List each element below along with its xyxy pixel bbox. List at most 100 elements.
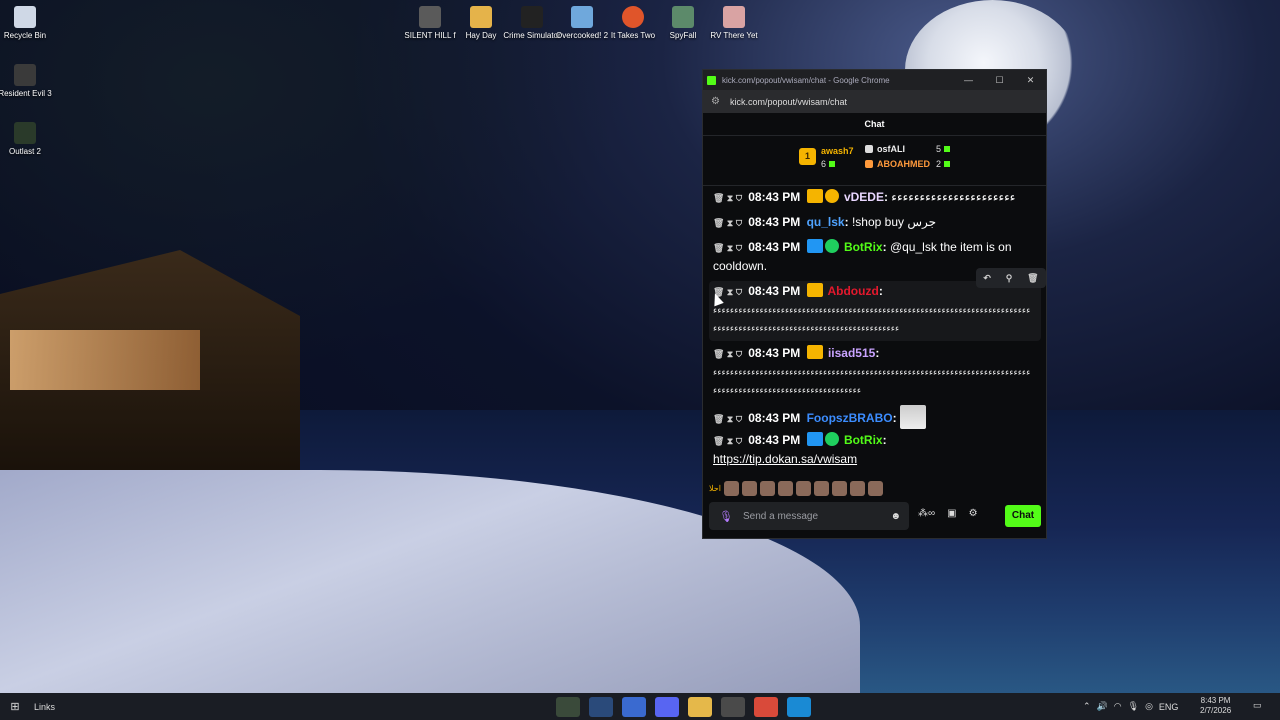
overcooked-2-icon bbox=[571, 6, 593, 28]
emoji-picker-icon[interactable]: ☻ bbox=[890, 511, 901, 522]
file-explorer-icon[interactable] bbox=[688, 697, 712, 717]
emote-icon[interactable] bbox=[777, 480, 793, 496]
system-tray: ⌃ 🔊 ◠ 🎙 ◎ ENG bbox=[1083, 693, 1178, 720]
chat-message[interactable]: 🗑 ⧗ ⛉ 08:43 PM iisad515: ﺀﺀﺀﺀﺀﺀﺀﺀﺀﺀﺀﺀﺀﺀﺀﺀ… bbox=[713, 344, 1038, 399]
username[interactable]: BotRix bbox=[844, 433, 883, 447]
obs-icon[interactable] bbox=[721, 697, 745, 717]
message-text: !shop buy جرس bbox=[851, 215, 937, 229]
emote-icon[interactable] bbox=[813, 480, 829, 496]
settings-icon[interactable]: ⚙ bbox=[969, 508, 978, 519]
leader-count: 6 bbox=[821, 159, 836, 169]
leader-count: 2 bbox=[936, 159, 951, 169]
edge-icon[interactable] bbox=[787, 697, 811, 717]
emote-text[interactable]: احلا bbox=[709, 484, 721, 493]
chat-message[interactable]: 🗑 ⧗ ⛉ 08:43 PM BotRix: https://tip.dokan.… bbox=[713, 431, 1038, 468]
chat-message[interactable]: 🗑 ⧗ ⛉ 08:43 PM FoopszBRABO: bbox=[713, 405, 1038, 429]
message-text: ﺀﺀﺀﺀﺀﺀﺀﺀﺀﺀﺀﺀﺀﺀﺀﺀﺀﺀﺀﺀﺀﺀﺀﺀﺀﺀﺀﺀﺀﺀﺀﺀﺀﺀﺀﺀﺀﺀﺀﺀ… bbox=[713, 367, 1031, 395]
verified-badge-icon bbox=[824, 432, 839, 446]
desktop-icon-outlast-2[interactable]: Outlast 2 bbox=[0, 122, 55, 157]
maximize-button[interactable]: ☐ bbox=[984, 75, 1015, 86]
desktop-icon-rv-there-yet[interactable]: RV There Yet bbox=[704, 6, 764, 41]
mod-tools-icon[interactable]: 🗑 ⧗ ⛉ bbox=[713, 436, 742, 446]
gift-leaderboard: 1 awash7 6 osfALI 5 ABOAHMED 2 bbox=[703, 136, 1046, 186]
notifications-icon[interactable]: ▭ bbox=[1253, 700, 1262, 711]
tip-link[interactable]: https://tip.dokan.sa/vwisam bbox=[713, 452, 857, 466]
chat-message[interactable]: 🗑 ⧗ ⛉ 08:43 PM qu_lsk: !shop buy جرس bbox=[713, 213, 1038, 232]
window-titlebar[interactable]: kick.com/popout/vwisam/chat - Google Chr… bbox=[703, 70, 1046, 90]
mod-tools-icon[interactable]: 🗑 ⧗ ⛉ bbox=[713, 243, 742, 253]
microphone-tray-icon[interactable]: 🎙 bbox=[1128, 701, 1139, 712]
chrome-window: kick.com/popout/vwisam/chat - Google Chr… bbox=[702, 69, 1047, 539]
emote-icon[interactable] bbox=[741, 480, 757, 496]
chat-message[interactable]: 🗑 ⧗ ⛉ 08:43 PM vDEDE: ﺀﺀﺀﺀﺀﺀﺀﺀﺀﺀﺀﺀﺀﺀﺀﺀﺀﺀﺀ… bbox=[713, 188, 1038, 207]
crown-badge-icon bbox=[806, 345, 823, 359]
username[interactable]: BotRix bbox=[844, 240, 883, 254]
send-chat-button[interactable]: Chat bbox=[1005, 505, 1041, 527]
volume-icon[interactable]: 🔊 bbox=[1097, 701, 1108, 712]
kick-gem-icon bbox=[944, 161, 951, 167]
clock[interactable]: 8:43 PM 2/7/2026 bbox=[1200, 696, 1231, 716]
message-text: ﺀﺀﺀﺀﺀﺀﺀﺀﺀﺀﺀﺀﺀﺀﺀﺀﺀﺀﺀﺀﺀﺀﺀﺀﺀﺀﺀﺀﺀﺀﺀﺀﺀﺀﺀﺀﺀﺀﺀﺀ… bbox=[713, 305, 1031, 333]
address-bar[interactable]: ⚙ kick.com/popout/vwisam/chat bbox=[703, 90, 1046, 113]
emote-icon[interactable] bbox=[723, 480, 739, 496]
leader-name[interactable]: awash7 bbox=[821, 146, 854, 156]
username[interactable]: Abdouzd bbox=[827, 284, 878, 298]
chat-messages[interactable]: ↶ ⚲ 🗑 🗑 ⧗ ⛉ 08:43 PM vDEDE: ﺀﺀﺀﺀﺀﺀﺀﺀﺀﺀﺀﺀﺀ… bbox=[703, 188, 1046, 498]
silent-hill-f-icon bbox=[419, 6, 441, 28]
language-indicator[interactable]: ENG bbox=[1159, 702, 1179, 712]
kick-logo-icon bbox=[707, 75, 716, 85]
silver-rank-icon bbox=[865, 145, 873, 153]
emote-icon[interactable] bbox=[795, 480, 811, 496]
bot-badge-icon bbox=[806, 432, 823, 446]
desktop-icon-recycle-bin[interactable]: Recycle Bin bbox=[0, 6, 55, 41]
network-icon[interactable]: ◠ bbox=[1114, 701, 1122, 712]
xbox-app-icon[interactable] bbox=[556, 697, 580, 717]
emote-icon[interactable] bbox=[867, 480, 883, 496]
mod-tools-icon[interactable]: 🗑 ⧗ ⛉ bbox=[713, 193, 742, 203]
mail-icon[interactable] bbox=[622, 697, 646, 717]
leader-count: 5 bbox=[936, 144, 951, 154]
minimize-button[interactable]: — bbox=[953, 75, 984, 86]
chat-tools: ⁂∞ ▣ ⚙ bbox=[918, 508, 978, 519]
username[interactable]: qu_lsk bbox=[807, 215, 845, 229]
crime-simulator-icon bbox=[521, 6, 543, 28]
store-icon[interactable]: ▣ bbox=[947, 508, 956, 519]
bot-badge-icon bbox=[806, 239, 823, 253]
discord-icon[interactable] bbox=[655, 697, 679, 717]
chrome-icon[interactable] bbox=[754, 697, 778, 717]
mod-tools-icon[interactable]: 🗑 ⧗ ⛉ bbox=[713, 414, 742, 424]
microphone-icon[interactable]: 🎙 bbox=[719, 510, 733, 523]
mod-tools-icon[interactable]: 🗑 ⧗ ⛉ bbox=[713, 218, 742, 228]
windows-start-icon[interactable]: ⊞ bbox=[0, 700, 30, 713]
emote-icon[interactable] bbox=[849, 480, 865, 496]
links-toolbar[interactable]: Links bbox=[34, 702, 55, 712]
verified-badge-icon bbox=[824, 239, 839, 253]
steam-icon[interactable] bbox=[589, 697, 613, 717]
url-text[interactable]: kick.com/popout/vwisam/chat bbox=[730, 97, 847, 107]
message-input[interactable]: Send a message bbox=[743, 511, 818, 522]
chat-message[interactable]: 🗑 ⧗ ⛉ 08:43 PM Abdouzd: ﺀﺀﺀﺀﺀﺀﺀﺀﺀﺀﺀﺀﺀﺀﺀﺀﺀ… bbox=[713, 282, 1038, 337]
crown-badge-icon bbox=[806, 283, 823, 297]
username[interactable]: vDEDE bbox=[844, 190, 884, 204]
site-settings-icon[interactable]: ⚙ bbox=[711, 96, 720, 107]
wallpaper-hut-light bbox=[10, 330, 200, 390]
gifter-badge-icon bbox=[824, 189, 839, 203]
wifi-icon[interactable]: ◎ bbox=[1145, 701, 1153, 712]
message-composer[interactable]: 🎙 Send a message ☻ bbox=[709, 502, 909, 530]
desktop-icon-resident-evil-3[interactable]: Resident Evil 3 bbox=[0, 64, 55, 99]
emote-icon[interactable] bbox=[759, 480, 775, 496]
username[interactable]: iisad515 bbox=[828, 346, 875, 360]
emote-icon[interactable] bbox=[831, 480, 847, 496]
chat-message[interactable]: 🗑 ⧗ ⛉ 08:43 PM BotRix: @qu_lsk the item i… bbox=[713, 238, 1038, 275]
spyfall-icon bbox=[672, 6, 694, 28]
close-button[interactable]: ✕ bbox=[1015, 75, 1046, 86]
username[interactable]: FoopszBRABO bbox=[807, 411, 893, 425]
taskbar-apps bbox=[556, 697, 811, 717]
tray-chevron-icon[interactable]: ⌃ bbox=[1083, 701, 1091, 712]
mod-tools-icon[interactable]: 🗑 ⧗ ⛉ bbox=[713, 349, 742, 359]
message-text: ﺀﺀﺀﺀﺀﺀﺀﺀﺀﺀﺀﺀﺀﺀﺀﺀﺀﺀﺀﺀﺀﺀ bbox=[891, 190, 1016, 204]
kicks-icon[interactable]: ⁂∞ bbox=[918, 508, 935, 519]
leader-name[interactable]: ABOAHMED bbox=[877, 159, 930, 169]
leader-name[interactable]: osfALI bbox=[877, 144, 905, 154]
recycle-bin-icon bbox=[14, 6, 36, 28]
